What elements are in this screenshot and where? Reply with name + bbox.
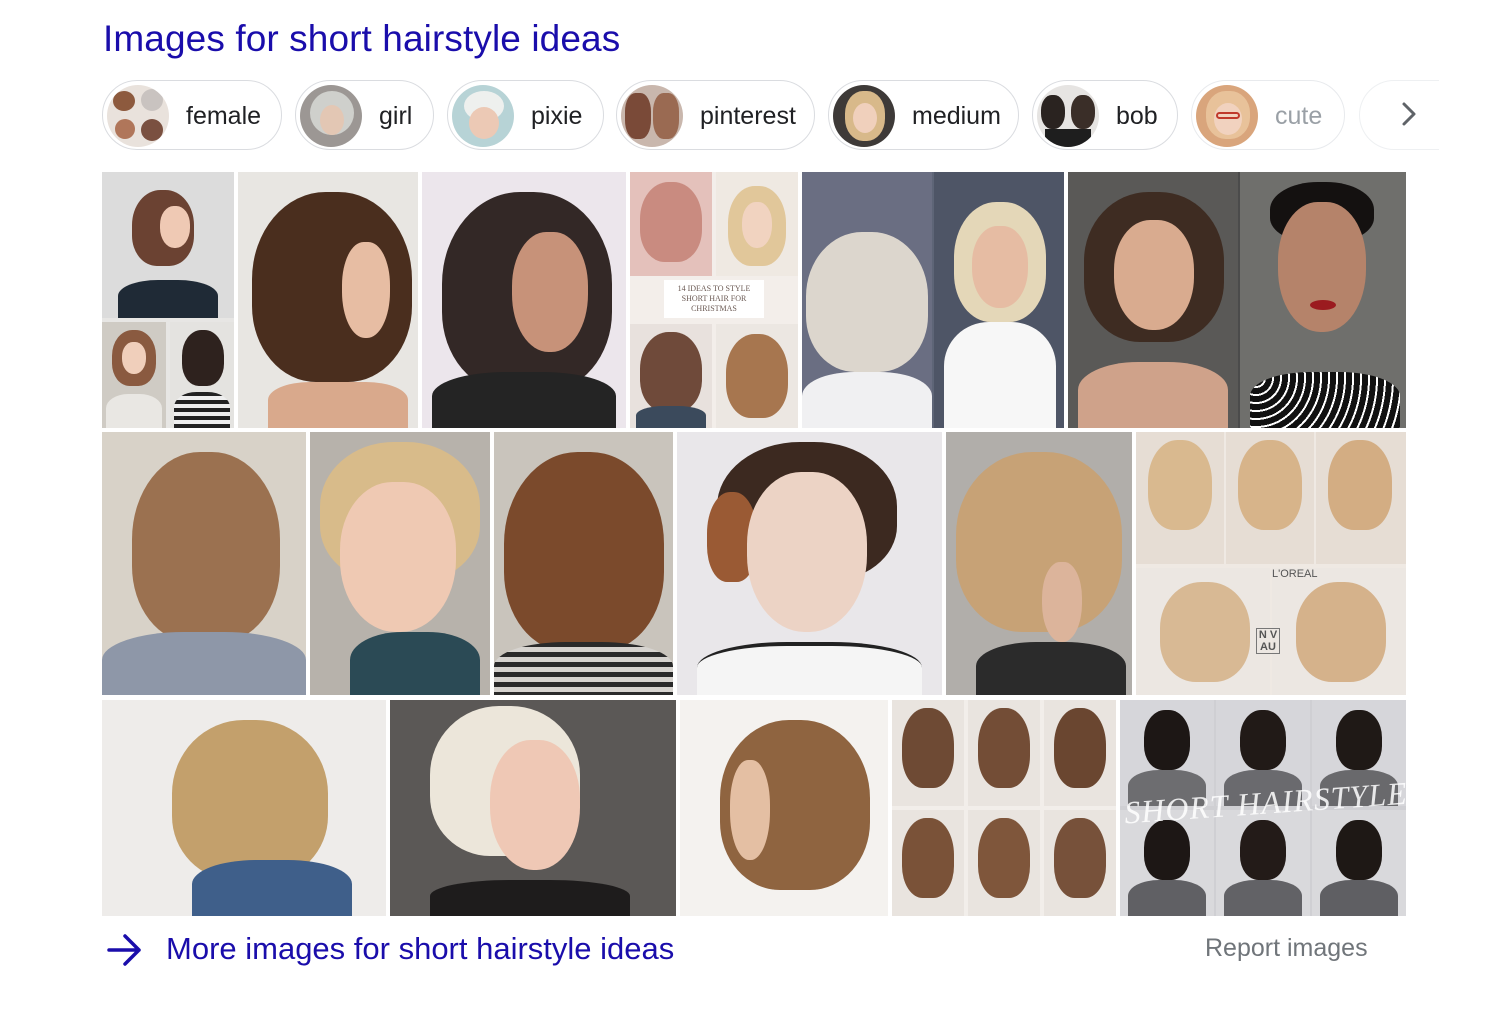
image-result[interactable] [494, 432, 673, 695]
image-result[interactable] [102, 172, 234, 428]
chip-label: pinterest [700, 102, 796, 130]
related-searches-chips: female girl pixie pinterest medium bob c… [102, 80, 1439, 152]
chip-thumbnail [300, 85, 362, 147]
arrow-right-icon [107, 934, 141, 966]
chip-pinterest[interactable]: pinterest [616, 80, 815, 150]
chip-thumbnail [1037, 85, 1099, 147]
image-result[interactable] [310, 432, 490, 695]
chip-bob[interactable]: bob [1032, 80, 1178, 150]
chip-label: medium [912, 102, 1001, 130]
tile-caption: L'OREAL [1272, 568, 1318, 580]
chip-girl[interactable]: girl [295, 80, 434, 150]
image-result[interactable] [390, 700, 676, 916]
image-result[interactable]: 14 IDEAS TO STYLE SHORT HAIR FOR CHRISTM… [630, 172, 798, 428]
image-result[interactable] [1068, 172, 1406, 428]
image-result[interactable] [238, 172, 418, 428]
image-result[interactable] [946, 432, 1132, 695]
chip-label: cute [1275, 102, 1323, 130]
report-images-link[interactable]: Report images [1205, 934, 1368, 963]
chip-cute[interactable]: cute [1191, 80, 1345, 150]
image-result[interactable] [680, 700, 888, 916]
image-grid: 14 IDEAS TO STYLE SHORT HAIR FOR CHRISTM… [102, 172, 1406, 916]
chip-thumbnail [452, 85, 514, 147]
image-result[interactable] [892, 700, 1116, 916]
tile-caption: 14 IDEAS TO STYLE SHORT HAIR FOR CHRISTM… [664, 280, 764, 318]
image-result[interactable] [677, 432, 942, 695]
chip-label: female [186, 102, 262, 130]
image-result[interactable] [102, 700, 386, 916]
chip-label: girl [379, 102, 413, 130]
chip-thumbnail [107, 85, 169, 147]
tile-caption: N V AU [1256, 628, 1280, 654]
chip-thumbnail [1196, 85, 1258, 147]
chip-label: pixie [531, 102, 583, 130]
image-result[interactable] [422, 172, 626, 428]
chip-female[interactable]: female [102, 80, 282, 150]
chevron-right-icon[interactable] [1391, 96, 1427, 132]
chip-thumbnail [621, 85, 683, 147]
image-pack: Images for short hairstyle ideas female … [0, 0, 1502, 1016]
image-result[interactable] [102, 432, 306, 695]
chip-pixie[interactable]: pixie [447, 80, 604, 150]
image-result[interactable] [802, 172, 1064, 428]
image-result[interactable]: L'OREAL N V AU [1136, 432, 1406, 695]
more-images-label: More images for short hairstyle ideas [166, 931, 675, 966]
chip-label: bob [1116, 102, 1158, 130]
image-result[interactable]: SHORT HAIRSTYLES [1120, 700, 1406, 916]
chip-thumbnail [833, 85, 895, 147]
image-pack-title[interactable]: Images for short hairstyle ideas [103, 18, 620, 60]
chip-medium[interactable]: medium [828, 80, 1019, 150]
